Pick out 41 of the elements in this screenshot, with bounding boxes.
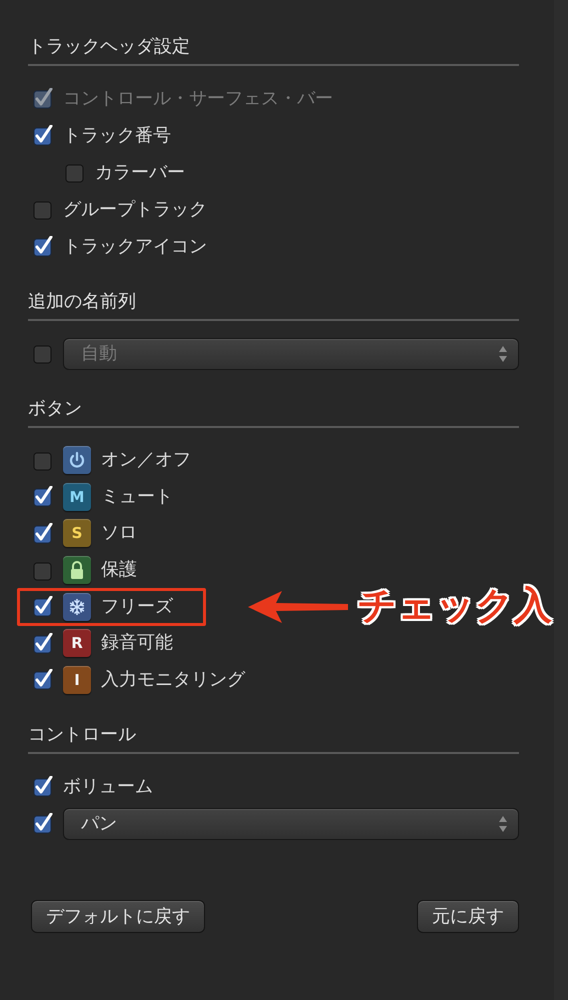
option-label: オン／オフ: [101, 448, 191, 472]
checkbox[interactable]: [33, 522, 53, 544]
stepper-arrows-icon: [498, 814, 508, 833]
arrow-icon: [246, 588, 350, 626]
footer-button[interactable]: デフォルトに戻す: [31, 900, 205, 934]
letter-badge: S: [63, 519, 91, 548]
checkbox[interactable]: [33, 450, 53, 471]
letter-badge: I: [63, 666, 91, 694]
option-label: ボリューム: [63, 774, 153, 799]
section-title: ボタン: [28, 397, 83, 421]
letter-badge: R: [63, 629, 91, 658]
stepper-arrows-icon: [498, 344, 508, 362]
section-title: 追加の名前列: [28, 290, 137, 314]
option-label: トラックアイコン: [63, 234, 207, 258]
option-label: コントロール・サーフェス・バー: [63, 86, 333, 110]
option-label: 入力モニタリング: [101, 668, 245, 692]
letter-badge: M: [63, 482, 91, 511]
callout-text: チェック入: [358, 582, 552, 630]
checkbox[interactable]: [33, 236, 53, 257]
checkbox[interactable]: [33, 632, 53, 654]
option-label: ソロ: [101, 521, 137, 546]
section-title: トラックヘッダ設定: [28, 35, 191, 59]
popup-menu[interactable]: パン: [63, 808, 519, 840]
checkbox[interactable]: [33, 560, 53, 581]
checkbox[interactable]: [33, 776, 53, 798]
option-label: フリーズ: [101, 594, 173, 619]
footer-button[interactable]: 元に戻す: [417, 900, 519, 934]
option-label: 保護: [101, 558, 137, 582]
checkbox[interactable]: [65, 162, 85, 183]
option-label: ミュート: [101, 484, 173, 509]
option-label: グループトラック: [63, 198, 207, 222]
section-title: コントロール: [28, 723, 137, 748]
option-label: 録音可能: [101, 631, 173, 656]
option-label: トラック番号: [63, 124, 171, 148]
checkbox[interactable]: [33, 813, 53, 834]
option-label: カラーバー: [95, 160, 185, 184]
checkbox[interactable]: [33, 486, 53, 508]
checkbox[interactable]: [33, 596, 53, 618]
checkbox[interactable]: [33, 199, 53, 220]
checkbox[interactable]: [33, 125, 53, 146]
checkbox[interactable]: [33, 669, 53, 690]
